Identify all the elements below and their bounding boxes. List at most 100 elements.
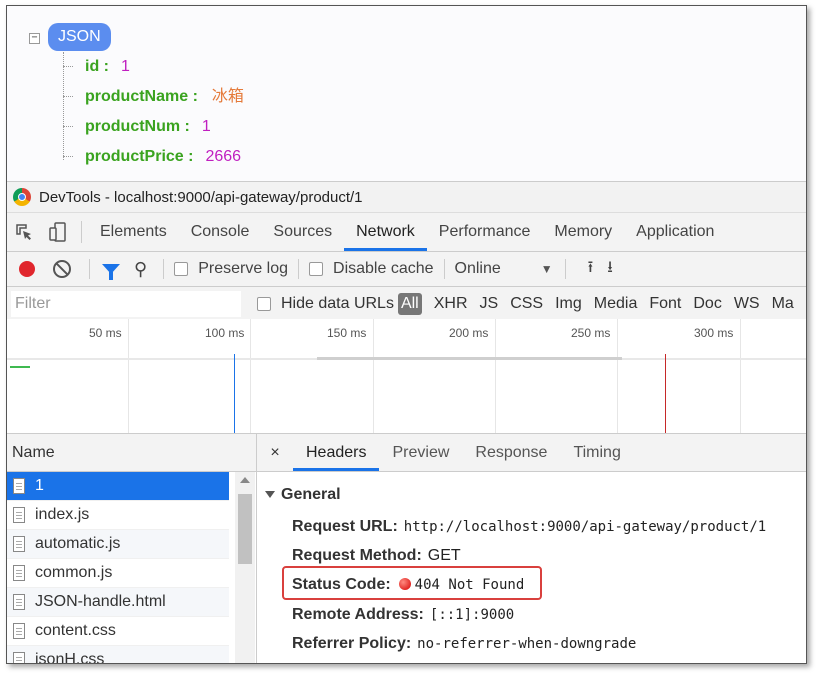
collapse-toggle[interactable]: − — [29, 33, 40, 44]
divider — [89, 259, 90, 279]
header-row: Remote Address: [::1]:9000 — [292, 606, 514, 624]
request-name: 1 — [35, 477, 44, 494]
json-key: productNum : — [85, 118, 190, 135]
json-value: 1 — [121, 58, 130, 75]
network-panel: Name 1 index.js automatic.js common.js J… — [7, 434, 806, 664]
json-row: productPrice : 2666 — [63, 146, 241, 168]
header-key: Referrer Policy: — [292, 635, 412, 652]
chevron-down-icon[interactable]: ▼ — [541, 262, 553, 276]
header-row: Request Method: GET — [292, 547, 461, 565]
filter-type-css[interactable]: CSS — [510, 295, 543, 313]
load-marker — [665, 354, 666, 433]
divider — [564, 259, 566, 279]
header-value: GET — [427, 547, 461, 564]
grid-line — [128, 319, 129, 433]
filter-type-media[interactable]: Media — [594, 295, 638, 313]
divider — [163, 259, 165, 279]
timeline-label: 50 ms — [89, 326, 122, 340]
divider — [298, 259, 300, 279]
import-har-icon[interactable]: ⭱ — [588, 256, 594, 283]
tab-elements[interactable]: Elements — [88, 213, 179, 251]
header-key: Request URL: — [292, 518, 398, 535]
disable-cache-checkbox[interactable] — [309, 262, 324, 276]
timeline-label: 300 ms — [694, 326, 734, 340]
request-row[interactable]: automatic.js — [7, 530, 229, 559]
grid-line — [373, 319, 374, 433]
header-key: Remote Address: — [292, 606, 424, 623]
inspect-element-icon[interactable] — [7, 213, 41, 251]
details-tabbar: × Headers Preview Response Timing — [257, 434, 806, 472]
network-overview-timeline[interactable]: 50 ms 100 ms 150 ms 200 ms 250 ms 300 ms — [7, 319, 806, 434]
filter-type-ws[interactable]: WS — [734, 295, 760, 313]
request-row[interactable]: content.css — [7, 617, 229, 646]
tab-timing[interactable]: Timing — [560, 434, 633, 471]
json-viewer: − JSON id : 1 productName : 冰箱 productNum … — [7, 6, 806, 181]
request-row[interactable]: JSON-handle.html — [7, 588, 229, 617]
filter-input[interactable]: Filter — [11, 291, 241, 317]
document-icon — [13, 565, 25, 581]
tab-sources[interactable]: Sources — [261, 213, 344, 251]
request-row[interactable]: jsonH.css — [7, 646, 229, 664]
filter-type-font[interactable]: Font — [649, 295, 681, 313]
devtools-titlebar: DevTools - localhost:9000/api-gateway/pr… — [7, 182, 806, 213]
devtools-window: DevTools - localhost:9000/api-gateway/pr… — [7, 181, 806, 664]
scrollbar-thumb[interactable] — [238, 494, 252, 564]
json-key: productPrice : — [85, 148, 194, 165]
request-row[interactable]: 1 — [7, 472, 229, 501]
filter-type-js[interactable]: JS — [480, 295, 499, 313]
tab-network[interactable]: Network — [344, 213, 427, 251]
filter-type-doc[interactable]: Doc — [693, 295, 721, 313]
network-toolbar: ⚲ Preserve log Disable cache Online ▼ ⭱ … — [7, 252, 806, 287]
grid-line — [740, 319, 741, 433]
request-row[interactable]: common.js — [7, 559, 229, 588]
request-details: × Headers Preview Response Timing Genera… — [257, 434, 806, 663]
request-name: automatic.js — [35, 535, 121, 552]
filter-type-xhr[interactable]: XHR — [434, 295, 468, 313]
json-root-label[interactable]: JSON — [48, 23, 111, 51]
close-icon[interactable]: × — [257, 434, 293, 471]
tab-headers[interactable]: Headers — [293, 434, 380, 471]
throttling-select[interactable]: Online — [455, 260, 501, 278]
record-button[interactable] — [19, 261, 35, 277]
triangle-down-icon — [265, 491, 275, 499]
filter-icon[interactable] — [102, 264, 120, 280]
devtools-title: DevTools - localhost:9000/api-gateway/pr… — [39, 188, 363, 206]
request-name: jsonH.css — [35, 651, 105, 664]
json-value: 冰箱 — [211, 88, 244, 105]
timeline-label: 150 ms — [327, 326, 367, 340]
device-toolbar-icon[interactable] — [41, 213, 75, 251]
header-key: Request Method: — [292, 547, 422, 564]
json-row: id : 1 — [63, 56, 130, 78]
preserve-log-checkbox[interactable] — [174, 262, 189, 276]
general-section-title: General — [281, 486, 341, 503]
timeline-label: 100 ms — [205, 326, 245, 340]
scroll-up-icon[interactable] — [240, 477, 250, 483]
export-har-icon[interactable]: ⭳ — [607, 256, 613, 283]
timeline-label: 250 ms — [571, 326, 611, 340]
filter-type-img[interactable]: Img — [555, 295, 582, 313]
json-key: id : — [85, 58, 109, 75]
devtools-tabbar: Elements Console Sources Network Perform… — [7, 213, 806, 252]
request-row[interactable]: index.js — [7, 501, 229, 530]
document-icon — [13, 623, 25, 639]
search-icon[interactable]: ⚲ — [134, 259, 147, 280]
domcontentloaded-marker — [234, 354, 235, 433]
tab-application[interactable]: Application — [624, 213, 726, 251]
hide-data-urls-checkbox[interactable] — [257, 297, 271, 311]
tab-console[interactable]: Console — [179, 213, 262, 251]
tab-preview[interactable]: Preview — [379, 434, 462, 471]
hide-data-urls-label: Hide data URLs — [281, 295, 394, 312]
tab-memory[interactable]: Memory — [542, 213, 624, 251]
scrollbar[interactable] — [235, 472, 255, 663]
filter-type-manifest[interactable]: Ma — [772, 295, 794, 313]
json-value: 2666 — [205, 148, 242, 165]
clear-icon[interactable] — [53, 260, 71, 278]
divider — [81, 221, 82, 243]
document-icon — [13, 478, 25, 494]
general-section-toggle[interactable]: General — [265, 486, 341, 504]
request-list-header[interactable]: Name — [7, 434, 256, 472]
tab-performance[interactable]: Performance — [427, 213, 543, 251]
filter-type-all[interactable]: All — [397, 293, 422, 315]
tab-response[interactable]: Response — [462, 434, 560, 471]
document-icon — [13, 594, 25, 610]
